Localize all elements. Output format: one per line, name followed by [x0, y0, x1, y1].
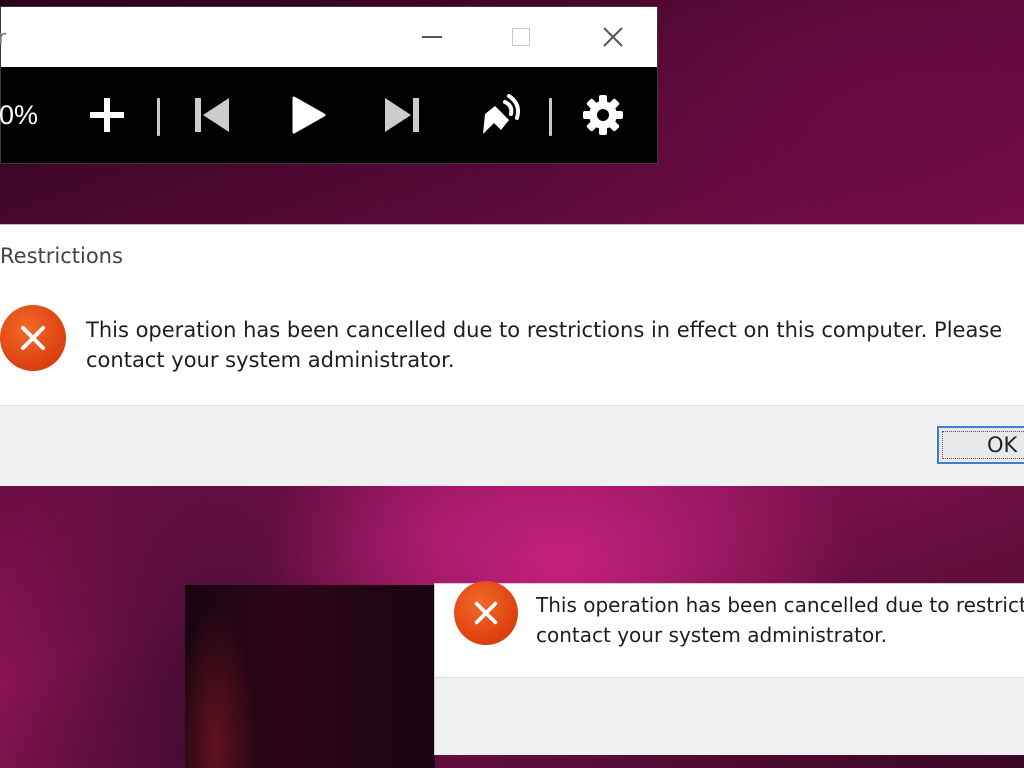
- maximize-button[interactable]: [498, 17, 544, 57]
- zoom-in-button[interactable]: [85, 67, 129, 163]
- maximize-icon: [512, 28, 530, 46]
- ok-button[interactable]: OK: [937, 426, 1024, 464]
- skip-forward-icon: [385, 98, 419, 132]
- volume-button[interactable]: [479, 67, 525, 163]
- dialog-title: Restrictions: [0, 244, 123, 268]
- toolbar-separator: [549, 98, 552, 136]
- minimize-icon: [422, 36, 442, 38]
- error-icon: [454, 581, 518, 645]
- message-line-1: This operation has been cancelled due to…: [536, 593, 1024, 617]
- restrictions-dialog-background: This operation has been cancelled due to…: [434, 581, 1024, 755]
- media-player-window: r 0%: [0, 6, 658, 164]
- error-icon: [0, 305, 66, 371]
- dialog-message: This operation has been cancelled due to…: [536, 590, 1024, 650]
- player-titlebar: r: [0, 7, 657, 67]
- dialog-footer: OK: [0, 405, 1024, 486]
- message-line-2: contact your system administrator.: [536, 623, 887, 647]
- play-button[interactable]: [285, 67, 331, 163]
- close-button[interactable]: [590, 17, 636, 57]
- skip-back-icon: [195, 98, 229, 132]
- minimize-button[interactable]: [409, 17, 455, 57]
- restrictions-dialog: Restrictions This operation has been can…: [0, 224, 1024, 486]
- wallpaper-swirl: [185, 585, 435, 768]
- ok-button-label: OK: [987, 433, 1018, 457]
- play-icon: [292, 96, 326, 134]
- close-icon: [603, 27, 623, 47]
- previous-button[interactable]: [187, 67, 235, 163]
- dialog-message: This operation has been cancelled due to…: [86, 318, 1003, 372]
- plus-icon: [90, 98, 124, 132]
- player-controls: 0%: [0, 67, 657, 163]
- settings-button[interactable]: [579, 67, 627, 163]
- next-button[interactable]: [381, 67, 425, 163]
- volume-icon: [483, 94, 520, 134]
- toolbar-separator: [157, 98, 160, 136]
- player-title: r: [0, 25, 7, 49]
- zoom-level: 0%: [0, 100, 39, 130]
- gear-icon: [583, 95, 623, 135]
- dialog-footer: [435, 677, 1024, 755]
